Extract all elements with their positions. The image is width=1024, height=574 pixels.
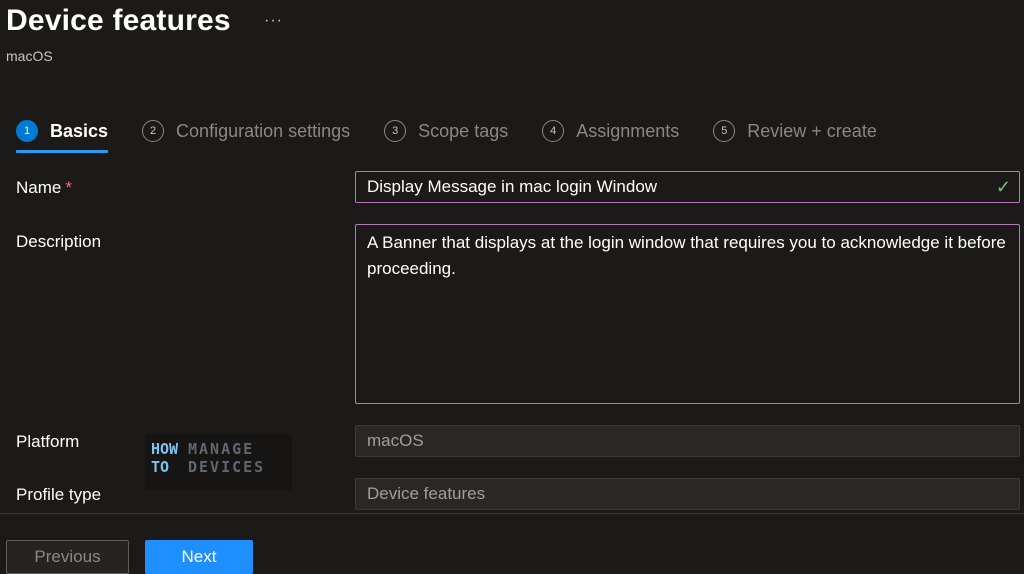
step-label: Review + create bbox=[747, 120, 877, 141]
required-marker: * bbox=[65, 178, 72, 197]
step-label: Assignments bbox=[576, 120, 680, 141]
step-label: Basics bbox=[50, 120, 109, 141]
platform-field: macOS bbox=[355, 425, 1020, 457]
step-number-5: 5 bbox=[713, 120, 736, 142]
step-number-2: 2 bbox=[142, 120, 165, 142]
step-number-4: 4 bbox=[542, 120, 565, 142]
name-label: Name * bbox=[16, 178, 72, 198]
step-assignments[interactable]: 4 Assignments bbox=[542, 116, 679, 146]
name-label-text: Name bbox=[16, 178, 62, 197]
howtomanagedevices-logo: HOW TO MANAGE DEVICES bbox=[146, 434, 292, 490]
wizard-steps: 1 Basics 2 Configuration settings 3 Scop… bbox=[16, 116, 911, 156]
logo-how-to: HOW TO bbox=[151, 440, 181, 476]
more-options-icon[interactable]: ··· bbox=[264, 12, 283, 30]
profile-type-field: Device features bbox=[355, 478, 1020, 510]
logo-text: TO bbox=[151, 458, 170, 476]
step-review-create[interactable]: 5 Review + create bbox=[713, 116, 877, 146]
step-label: Scope tags bbox=[418, 120, 509, 141]
step-number-3: 3 bbox=[384, 120, 407, 142]
platform-label: Platform bbox=[16, 432, 80, 451]
page-subtitle: macOS bbox=[6, 48, 53, 64]
next-button[interactable]: Next bbox=[145, 540, 253, 574]
description-field[interactable]: A Banner that displays at the login wind… bbox=[355, 224, 1020, 404]
name-value: Display Message in mac login Window bbox=[367, 177, 658, 196]
logo-text: MANAGE bbox=[188, 440, 255, 458]
logo-manage-devices: MANAGE DEVICES bbox=[188, 440, 265, 476]
step-basics[interactable]: 1 Basics bbox=[16, 116, 109, 153]
step-number-1: 1 bbox=[16, 120, 38, 142]
checkmark-icon: ✓ bbox=[995, 177, 1011, 197]
page-title: Device features bbox=[6, 4, 231, 37]
step-label: Configuration settings bbox=[176, 120, 351, 141]
footer-divider bbox=[0, 513, 1024, 514]
logo-text: HOW bbox=[151, 440, 179, 458]
step-configuration-settings[interactable]: 2 Configuration settings bbox=[142, 116, 350, 146]
previous-button[interactable]: Previous bbox=[6, 540, 129, 574]
name-field[interactable]: Display Message in mac login Window ✓ bbox=[355, 171, 1020, 203]
description-label: Description bbox=[16, 232, 102, 251]
logo-text: DEVICES bbox=[188, 458, 266, 476]
profile-type-label: Profile type bbox=[16, 485, 102, 504]
step-scope-tags[interactable]: 3 Scope tags bbox=[384, 116, 508, 146]
